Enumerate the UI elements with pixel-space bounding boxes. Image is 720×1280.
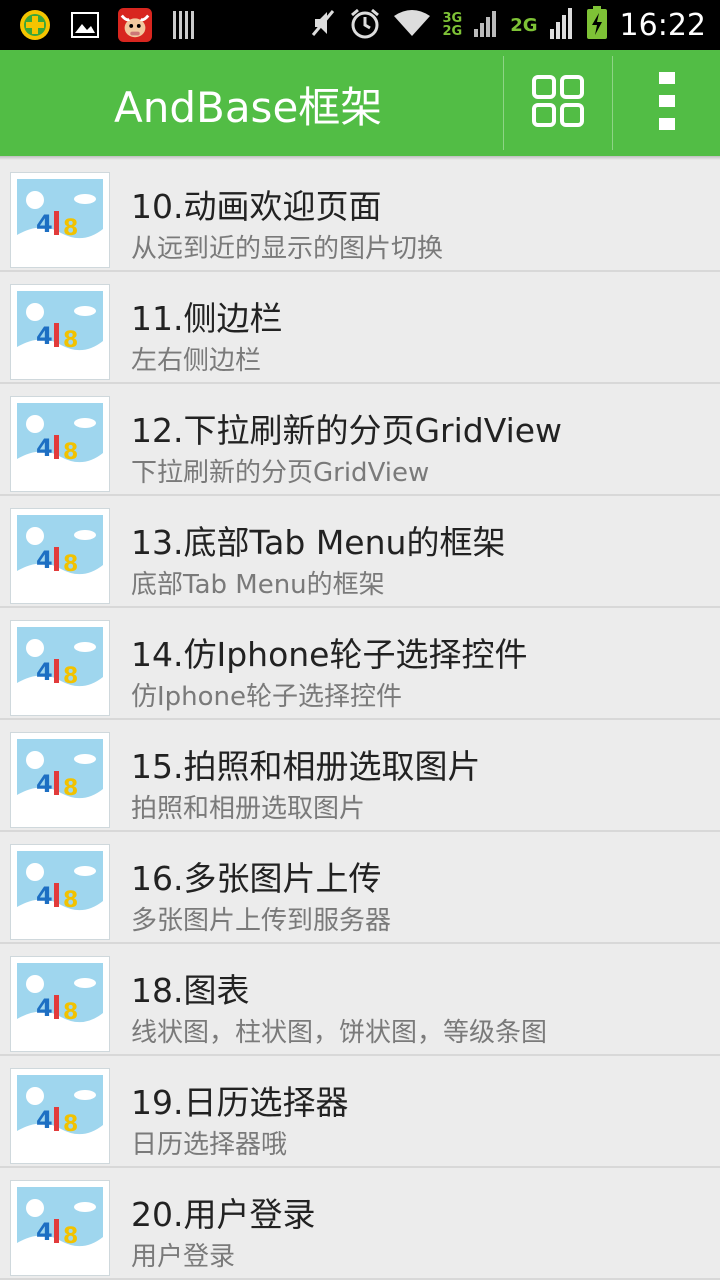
list-item-title: 11.侧边栏 [131, 299, 283, 338]
image-placeholder-icon: 4 8 [10, 172, 110, 268]
svg-text:8: 8 [63, 440, 78, 465]
image-placeholder-icon: 4 8 [10, 844, 110, 940]
net2-label: 2G [510, 14, 538, 36]
list-item[interactable]: 4 8 12.下拉刷新的分页GridView 下拉刷新的分页GridView [0, 384, 720, 496]
svg-text:8: 8 [63, 552, 78, 577]
list-item-subtitle: 多张图片上传到服务器 [131, 906, 392, 936]
svg-text:8: 8 [63, 1112, 78, 1137]
list-item-title: 14.仿Iphone轮子选择控件 [131, 635, 528, 674]
overflow-menu-button[interactable] [613, 50, 720, 156]
list-item-subtitle: 仿Iphone轮子选择控件 [131, 682, 403, 712]
image-placeholder-icon: 4 8 [10, 732, 110, 828]
list-item-subtitle: 左右侧边栏 [131, 346, 262, 376]
overflow-menu-icon [658, 72, 675, 134]
list-item[interactable]: 4 8 18.图表 线状图，柱状图，饼状图，等级条图 [0, 944, 720, 1056]
list-item-title: 19.日历选择器 [131, 1083, 349, 1122]
list-item-title: 20.用户登录 [131, 1195, 316, 1234]
demo-list: 4 8 10.动画欢迎页面 从远到近的显示的图片切换 4 8 11.侧边栏 左右… [0, 160, 720, 1280]
svg-text:8: 8 [63, 328, 78, 353]
list-item[interactable]: 4 8 14.仿Iphone轮子选择控件 仿Iphone轮子选择控件 [0, 608, 720, 720]
svg-text:4: 4 [36, 658, 53, 686]
svg-text:4: 4 [36, 210, 53, 238]
image-placeholder-icon: 4 8 [10, 396, 110, 492]
list-item-subtitle: 从远到近的显示的图片切换 [131, 234, 444, 264]
list-item[interactable]: 4 8 19.日历选择器 日历选择器哦 [0, 1056, 720, 1168]
list-item-subtitle: 日历选择器哦 [131, 1130, 288, 1160]
grid-icon [531, 74, 585, 132]
image-placeholder-icon: 4 8 [10, 620, 110, 716]
image-placeholder-icon: 4 8 [10, 284, 110, 380]
list-item-subtitle: 下拉刷新的分页GridView [131, 458, 430, 488]
svg-text:4: 4 [36, 1106, 53, 1134]
svg-text:8: 8 [63, 1000, 78, 1025]
list-item-subtitle: 底部Tab Menu的框架 [131, 570, 385, 600]
svg-text:4: 4 [36, 434, 53, 462]
list-item-subtitle: 用户登录 [131, 1242, 236, 1272]
signal-icon-2 [549, 7, 574, 43]
list-item[interactable]: 4 8 20.用户登录 用户登录 [0, 1168, 720, 1280]
list-item-title: 12.下拉刷新的分页GridView [131, 411, 563, 450]
list-item-subtitle: 拍照和相册选取图片 [131, 794, 366, 824]
list-item-title: 16.多张图片上传 [131, 859, 382, 898]
net-bottom-label: 2G [442, 24, 463, 39]
battery-charging-icon [586, 6, 608, 44]
image-placeholder-icon: 4 8 [10, 1068, 110, 1164]
list-item[interactable]: 4 8 11.侧边栏 左右侧边栏 [0, 272, 720, 384]
list-item-subtitle: 线状图，柱状图，饼状图，等级条图 [131, 1018, 548, 1048]
svg-text:8: 8 [63, 888, 78, 913]
svg-text:4: 4 [36, 882, 53, 910]
list-item[interactable]: 4 8 13.底部Tab Menu的框架 底部Tab Menu的框架 [0, 496, 720, 608]
svg-text:8: 8 [63, 664, 78, 689]
plus-circle-icon [18, 8, 52, 42]
svg-text:8: 8 [63, 216, 78, 241]
svg-text:8: 8 [63, 1224, 78, 1249]
image-placeholder-icon: 4 8 [10, 1180, 110, 1276]
svg-text:4: 4 [36, 546, 53, 574]
alarm-icon [349, 7, 381, 43]
svg-text:4: 4 [36, 322, 53, 350]
app-ox-icon [118, 8, 152, 42]
app-title: AndBase框架 [114, 83, 383, 132]
svg-text:8: 8 [63, 776, 78, 801]
wifi-icon [393, 8, 431, 42]
list-item-title: 10.动画欢迎页面 [131, 187, 382, 226]
list-item[interactable]: 4 8 16.多张图片上传 多张图片上传到服务器 [0, 832, 720, 944]
list-item[interactable]: 4 8 15.拍照和相册选取图片 拍照和相册选取图片 [0, 720, 720, 832]
list-item[interactable]: 4 8 10.动画欢迎页面 从远到近的显示的图片切换 [0, 160, 720, 272]
svg-text:4: 4 [36, 994, 53, 1022]
action-bar: AndBase框架 [0, 50, 720, 156]
mute-icon [309, 7, 337, 43]
signal-icon [474, 9, 498, 41]
image-placeholder-icon: 4 8 [10, 956, 110, 1052]
image-placeholder-icon: 4 8 [10, 508, 110, 604]
clock: 16:22 [619, 7, 706, 43]
list-item-title: 15.拍照和相册选取图片 [131, 747, 481, 786]
status-bar: 3G 2G 2G 16:22 [0, 0, 720, 50]
image-icon [68, 8, 102, 42]
list-item-title: 13.底部Tab Menu的框架 [131, 523, 506, 562]
network-type-3g-2g: 3G 2G [443, 12, 463, 38]
list-item-title: 18.图表 [131, 971, 250, 1010]
barcode-icon [168, 8, 202, 42]
svg-text:4: 4 [36, 770, 53, 798]
grid-view-button[interactable] [504, 50, 612, 156]
svg-text:4: 4 [36, 1218, 53, 1246]
